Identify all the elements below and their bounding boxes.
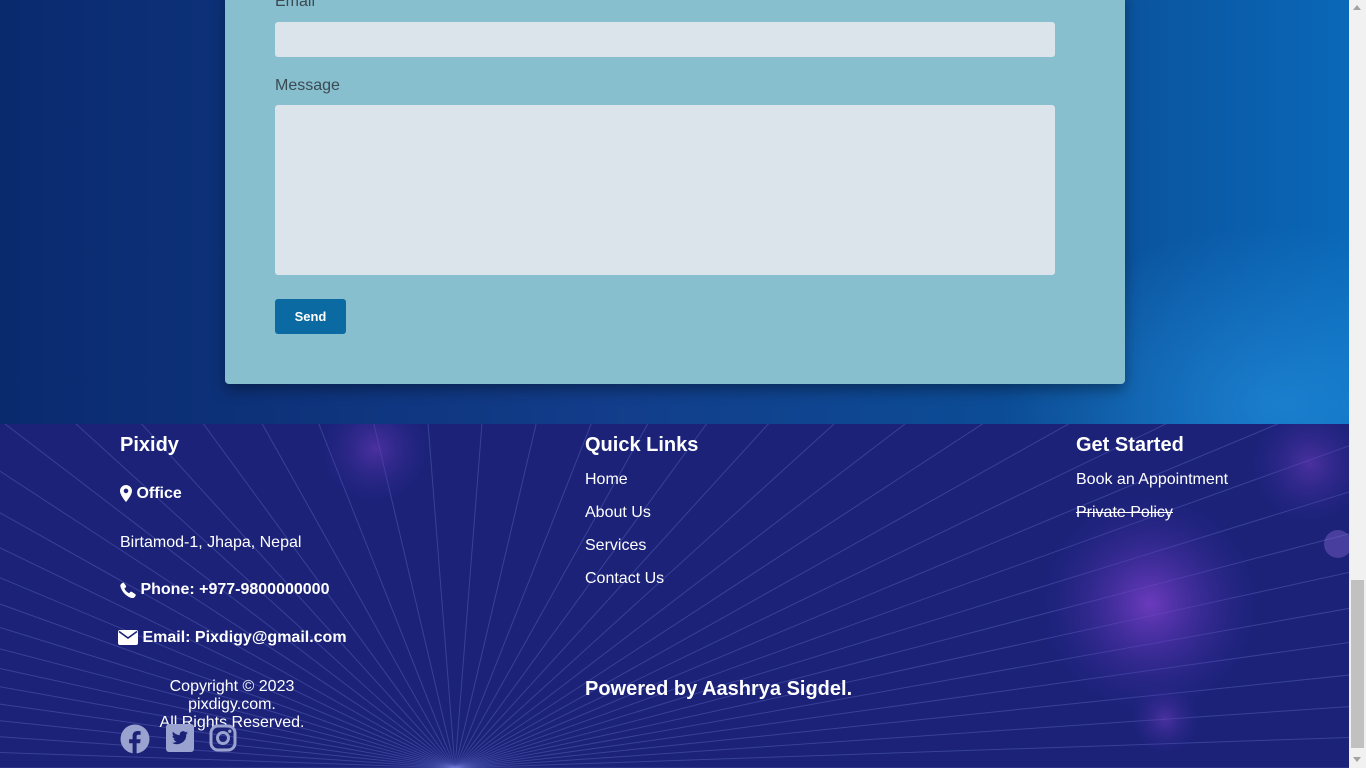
- footer: Pixidy Office Birtamod-1, Jhapa, Nepal P…: [0, 424, 1349, 768]
- email-field[interactable]: [275, 22, 1055, 57]
- book-appointment-link[interactable]: Book an Appointment: [1076, 471, 1228, 489]
- private-policy-link[interactable]: Private Policy: [1076, 504, 1173, 522]
- office-heading: Office: [120, 485, 182, 503]
- office-address: Birtamod-1, Jhapa, Nepal: [120, 534, 302, 551]
- footer-brand: Pixidy: [120, 434, 179, 456]
- email-info: Email: Pixdigy@gmail.com: [118, 629, 347, 647]
- message-field[interactable]: [275, 105, 1055, 275]
- quick-link-home[interactable]: Home: [585, 471, 628, 489]
- phone-info: Phone: +977-9800000000: [120, 581, 329, 599]
- facebook-icon[interactable]: [120, 724, 150, 754]
- quick-link-services[interactable]: Services: [585, 537, 646, 555]
- scrollbar[interactable]: [1349, 0, 1366, 768]
- quick-links-title: Quick Links: [585, 434, 699, 456]
- quick-link-about-us[interactable]: About Us: [585, 504, 651, 522]
- copyright-line-1: Copyright © 2023 pixdigy.com.: [169, 678, 295, 713]
- contact-form: Email Message Send: [225, 0, 1125, 384]
- phone-icon: [120, 582, 136, 598]
- twitter-icon[interactable]: [166, 724, 194, 752]
- send-button[interactable]: Send: [275, 299, 346, 334]
- powered-by: Powered by Aashrya Sigdel.: [585, 678, 853, 700]
- envelope-icon: [118, 630, 138, 646]
- quick-link-contact-us[interactable]: Contact Us: [585, 570, 664, 588]
- scroll-up-arrow-icon[interactable]: [1353, 5, 1361, 10]
- instagram-icon[interactable]: [209, 724, 237, 752]
- map-marker-icon: [120, 485, 132, 503]
- contact-section: Email Message Send: [0, 0, 1349, 424]
- phone-text: Phone: +977-9800000000: [140, 581, 330, 598]
- scroll-thumb[interactable]: [1351, 580, 1364, 748]
- email-text: Email: Pixdigy@gmail.com: [142, 629, 347, 646]
- email-label: Email: [275, 0, 316, 10]
- message-label: Message: [275, 77, 340, 94]
- office-label: Office: [136, 485, 182, 502]
- scroll-down-arrow-icon[interactable]: [1353, 757, 1361, 762]
- get-started-title: Get Started: [1076, 434, 1184, 456]
